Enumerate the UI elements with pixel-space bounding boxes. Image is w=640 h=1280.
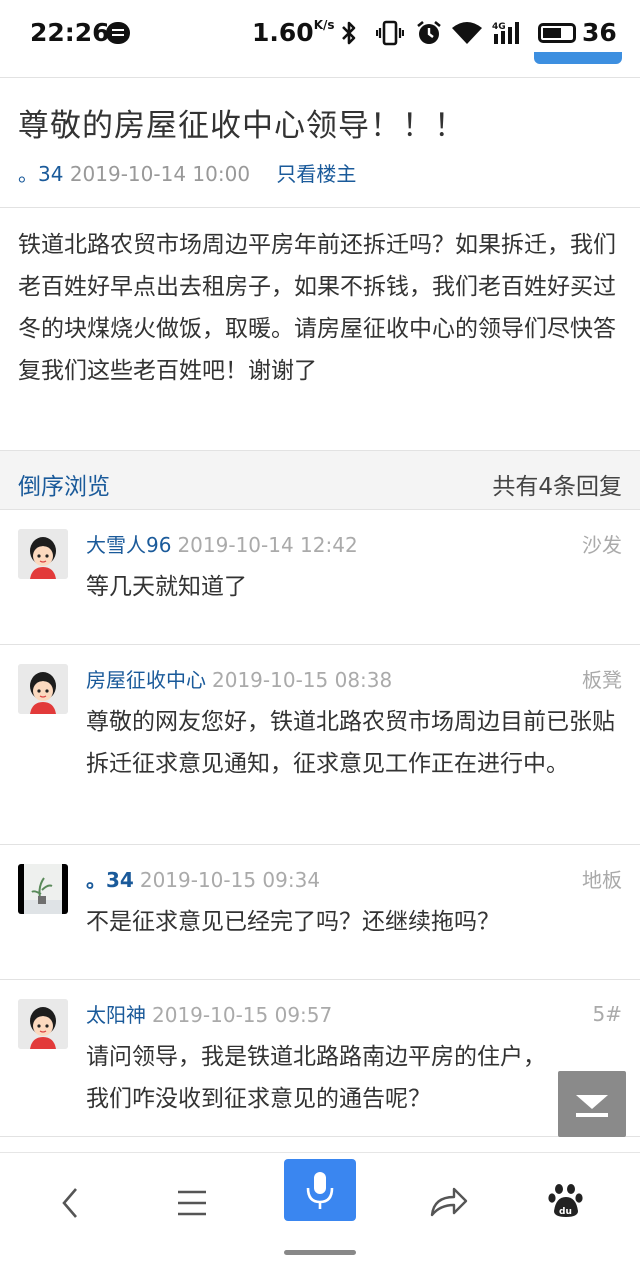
cartoon-avatar-icon bbox=[18, 664, 68, 714]
reply-item: 房屋征收中心 2019-10-15 08:38 板凳 尊敬的网友您好，铁道北路农贸… bbox=[0, 645, 640, 845]
arrow-down-icon bbox=[576, 1095, 608, 1117]
scroll-to-bottom-button[interactable] bbox=[558, 1071, 626, 1137]
reply-text: 尊敬的网友您好，铁道北路农贸市场周边目前已张贴拆迁征求意见通知，征求意见工作正在… bbox=[86, 709, 615, 777]
reply-floor: 地板 bbox=[582, 868, 622, 892]
message-icon bbox=[106, 22, 130, 44]
battery-level: 36 bbox=[582, 18, 617, 47]
reply-text: 请问领导，我是铁道北路路南边平房的住户，我们咋没收到征求意见的通告呢？ bbox=[86, 1044, 546, 1112]
home-indicator[interactable] bbox=[284, 1250, 356, 1255]
alarm-icon bbox=[417, 20, 441, 44]
post-datetime: 2019-10-14 10:00 bbox=[69, 162, 251, 186]
only-op-link[interactable]: 只看楼主 bbox=[276, 162, 356, 186]
reply-header: 房屋征收中心 2019-10-15 08:38 bbox=[86, 664, 392, 693]
reply-time: 2019-10-15 08:38 bbox=[212, 668, 393, 692]
voice-search-button[interactable] bbox=[284, 1159, 356, 1221]
post-meta: 。34 2019-10-14 10:00 只看楼主 bbox=[18, 158, 356, 187]
reply-header: 大雪人96 2019-10-14 12:42 bbox=[86, 529, 358, 558]
post-author[interactable]: 。34 bbox=[18, 162, 63, 186]
cartoon-avatar-icon bbox=[18, 529, 68, 579]
reply-item: 。34 2019-10-15 09:34 地板 不是征求意见已经完了吗？还继续拖吗… bbox=[0, 845, 640, 980]
reply-text: 等几天就知道了 bbox=[86, 574, 247, 600]
baidu-label: du bbox=[559, 1207, 572, 1217]
post-title: 尊敬的房屋征收中心领导！！！ bbox=[18, 108, 466, 144]
baidu-button[interactable]: du bbox=[536, 1167, 596, 1227]
reply-floor: 5# bbox=[592, 1002, 622, 1026]
microphone-icon bbox=[306, 1172, 334, 1209]
avatar[interactable] bbox=[18, 864, 68, 914]
post-body: 铁道北路农贸市场周边平房年前还拆迁吗？如果拆迁，我们老百姓好早点出去租房子，如果… bbox=[18, 232, 616, 384]
network-speed: 1.60K/s bbox=[252, 18, 335, 47]
reply-time: 2019-10-15 09:57 bbox=[152, 1003, 333, 1027]
vibrate-icon bbox=[376, 20, 404, 46]
divider bbox=[0, 77, 640, 78]
reply-time: 2019-10-14 12:42 bbox=[177, 533, 358, 557]
baidu-paw-icon: du bbox=[548, 1184, 583, 1217]
reply-item: 大雪人96 2019-10-14 12:42 沙发 等几天就知道了 bbox=[0, 510, 640, 645]
reply-author[interactable]: 。34 bbox=[86, 868, 134, 892]
divider bbox=[0, 207, 640, 208]
cartoon-avatar-icon bbox=[18, 999, 68, 1049]
battery-icon bbox=[538, 23, 576, 43]
avatar[interactable] bbox=[18, 999, 68, 1049]
signal-icon: 4G bbox=[492, 22, 519, 44]
avatar[interactable] bbox=[18, 664, 68, 714]
top-action-button[interactable] bbox=[534, 52, 622, 64]
reply-header: 。34 2019-10-15 09:34 bbox=[86, 864, 320, 893]
signal-label: 4G bbox=[492, 22, 506, 32]
reply-author[interactable]: 太阳神 bbox=[86, 1003, 146, 1027]
reply-floor: 板凳 bbox=[582, 668, 622, 692]
back-button[interactable] bbox=[40, 1167, 100, 1227]
reply-count: 共有4条回复 bbox=[492, 474, 622, 500]
bottom-navigation: du bbox=[0, 1152, 640, 1280]
reply-floor: 沙发 bbox=[582, 533, 622, 557]
wifi-icon bbox=[452, 22, 482, 44]
reply-author[interactable]: 大雪人96 bbox=[86, 533, 171, 557]
menu-icon bbox=[178, 1190, 206, 1216]
share-icon bbox=[430, 1187, 468, 1217]
avatar[interactable] bbox=[18, 529, 68, 579]
network-speed-unit: K/s bbox=[313, 18, 335, 32]
reply-text: 不是征求意见已经完了吗？还继续拖吗？ bbox=[86, 909, 500, 935]
reverse-order-button[interactable]: 倒序浏览 bbox=[18, 467, 110, 501]
photo-avatar-icon bbox=[18, 864, 68, 914]
reply-order-bar: 倒序浏览 共有4条回复 bbox=[0, 450, 640, 510]
status-time: 22:26 bbox=[30, 18, 110, 47]
share-button[interactable] bbox=[418, 1167, 478, 1227]
back-icon bbox=[62, 1188, 77, 1218]
menu-button[interactable] bbox=[162, 1167, 222, 1227]
reply-author[interactable]: 房屋征收中心 bbox=[86, 668, 206, 692]
reply-item: 太阳神 2019-10-15 09:57 5# 请问领导，我是铁道北路路南边平房的… bbox=[0, 980, 640, 1137]
bluetooth-icon bbox=[342, 21, 356, 45]
reply-time: 2019-10-15 09:34 bbox=[139, 868, 321, 892]
reply-header: 太阳神 2019-10-15 09:57 bbox=[86, 999, 332, 1028]
